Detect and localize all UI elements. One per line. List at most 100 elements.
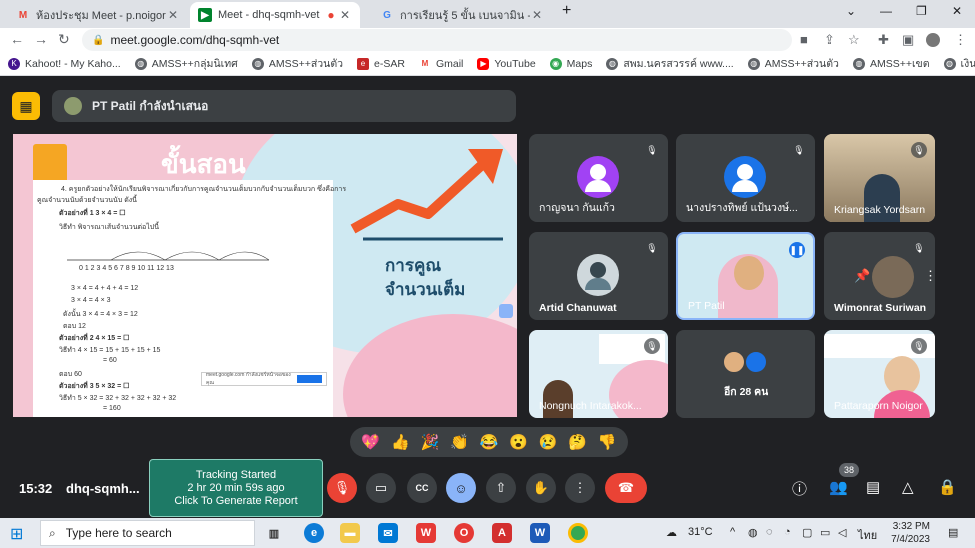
laugh-reaction-button[interactable]: 😂 xyxy=(480,433,499,451)
bookmark-item[interactable]: M Gmail xyxy=(418,57,463,70)
taskbar-search[interactable]: ⌕ Type here to search xyxy=(40,520,255,546)
mic-toggle-button[interactable]: 🎙 xyxy=(327,473,357,503)
edit-icon[interactable] xyxy=(499,304,513,318)
sad-reaction-button[interactable]: 😢 xyxy=(539,433,558,451)
leave-call-button[interactable]: ☎ xyxy=(605,473,647,503)
pdf-reader-icon[interactable]: A xyxy=(492,523,512,543)
thumbs-up-reaction-button[interactable]: 👍 xyxy=(391,433,410,451)
bookmark-item[interactable]: ◍ AMSS++กลุ่มนิเทศ xyxy=(134,55,238,72)
surprised-reaction-button[interactable]: 😮 xyxy=(509,433,528,451)
tracking-report-button[interactable]: Tracking Started 2 hr 20 min 59s ago Cli… xyxy=(149,459,323,517)
restore-button[interactable]: ❐ xyxy=(916,4,927,18)
volume-icon[interactable]: ◁ xyxy=(838,526,846,539)
reactions-button[interactable]: ☺ xyxy=(446,473,476,503)
sidepanel-icon[interactable]: ▣ xyxy=(902,32,914,48)
bookmark-item[interactable]: ◍ AMSS++ส่วนตัว xyxy=(251,55,343,72)
participant-tile[interactable]: 🎙 Artid Chanuwat xyxy=(529,232,668,320)
bookmark-item[interactable]: ▶ YouTube xyxy=(477,57,536,70)
close-window-button[interactable]: ✕ xyxy=(952,4,962,18)
chrome-icon[interactable] xyxy=(568,523,588,543)
bookmark-item[interactable]: K Kahoot! - My Kaho... xyxy=(8,57,121,70)
close-icon[interactable]: ✕ xyxy=(530,8,544,22)
menu-icon[interactable]: ⋮ xyxy=(954,32,967,48)
wps-icon[interactable]: W xyxy=(416,523,436,543)
pin-icon[interactable]: 📌 xyxy=(854,268,870,284)
bookmark-item[interactable]: ◍ สพม.นครสวรรค์ www.... xyxy=(606,55,734,72)
close-icon[interactable]: ✕ xyxy=(338,8,352,22)
participant-tile[interactable]: 📌 ⋮ 🎙 Wimonrat Suriwan xyxy=(824,232,935,320)
stop-sharing-button[interactable] xyxy=(296,375,322,383)
trend-arrow-icon xyxy=(350,149,503,241)
more-participants-tile[interactable]: อีก 28 คน xyxy=(676,330,815,418)
tray-icon[interactable]: ▢ xyxy=(802,526,812,539)
mic-off-icon: 🎙 xyxy=(911,338,927,354)
gmail-icon: M xyxy=(418,57,431,70)
tab-meet[interactable]: ▶ Meet - dhq-sqmh-vet ● ✕ xyxy=(190,2,360,28)
tab-google[interactable]: G การเรียนรู้ 5 ขั้น เบนจามิน - Google S… xyxy=(372,2,552,28)
activities-icon[interactable]: △ xyxy=(902,478,914,496)
camera-toggle-button[interactable]: ▭ xyxy=(366,473,396,503)
file-explorer-icon[interactable]: ▬ xyxy=(340,523,360,543)
extensions-icon[interactable]: ✚ xyxy=(878,32,889,48)
doc-text: ดังนั้น 3 × 4 = 4 × 3 = 12 xyxy=(63,311,138,318)
tab-gmail[interactable]: M ห้องประชุม Meet - p.noigor@gmai ✕ xyxy=(8,2,188,28)
people-icon[interactable]: 👥 xyxy=(829,478,848,496)
clap-reaction-button[interactable]: 👏 xyxy=(450,433,469,451)
heart-reaction-button[interactable]: 💖 xyxy=(361,433,380,451)
task-view-icon[interactable]: ▥ xyxy=(264,523,284,543)
notifications-icon[interactable]: ▤ xyxy=(948,526,958,539)
presentation-toggle-icon[interactable]: ▦ xyxy=(12,92,40,120)
forward-icon[interactable]: → xyxy=(34,31,48,47)
present-button[interactable]: ⇧ xyxy=(486,473,516,503)
thumbs-down-reaction-button[interactable]: 👎 xyxy=(598,433,617,451)
more-options-button[interactable]: ⋮ xyxy=(565,473,595,503)
bookmark-item[interactable]: ◍เงินเดือน xyxy=(943,55,975,72)
tray-icon[interactable]: ◔ xyxy=(784,526,791,538)
minimize-button[interactable]: — xyxy=(880,4,892,18)
host-controls-icon[interactable]: 🔒 xyxy=(938,478,957,496)
camera-icon[interactable]: ■ xyxy=(800,32,808,47)
tray-icon[interactable]: ◍ xyxy=(748,526,758,539)
language-indicator[interactable]: ไทย xyxy=(858,526,877,544)
bookmark-item[interactable]: ◍ AMSS++เขต xyxy=(852,55,930,72)
meeting-code[interactable]: dhq-sqmh... xyxy=(66,481,140,496)
mail-icon[interactable]: ✉ xyxy=(378,523,398,543)
info-icon[interactable]: ⓘ xyxy=(792,478,807,499)
raise-hand-button[interactable]: ✋ xyxy=(526,473,556,503)
taskbar-clock[interactable]: 3:32 PM 7/4/2023 xyxy=(890,520,930,546)
opera-icon[interactable]: O xyxy=(454,523,474,543)
reload-icon[interactable]: ↻ xyxy=(58,31,70,48)
address-bar[interactable]: 🔒 meet.google.com/dhq-sqmh-vet xyxy=(82,29,792,51)
captions-button[interactable]: CC xyxy=(407,473,437,503)
chevron-up-icon[interactable]: ^ xyxy=(730,526,735,538)
tray-icon[interactable]: ◌ xyxy=(766,526,773,538)
screen-share-popup[interactable]: meet.google.com กำลังแชร์หน้าจอของคุณ xyxy=(201,372,327,386)
word-icon[interactable]: W xyxy=(530,523,550,543)
back-icon[interactable]: ← xyxy=(10,31,24,47)
bookmark-item[interactable]: ◍ AMSS++ส่วนตัว xyxy=(747,55,839,72)
participant-tile[interactable]: 🎙 Nongnuch Intarakok... xyxy=(529,330,668,418)
bookmark-item[interactable]: e e-SAR xyxy=(357,57,405,70)
participant-name: Wimonrat Suriwan xyxy=(834,302,927,314)
network-icon[interactable]: ▭ xyxy=(820,526,830,539)
participant-tile[interactable]: 🎙 นางปรางทิพย์ แป้นวงษ์... xyxy=(676,134,815,222)
participant-tile[interactable]: 🎙 Pattaraporn Noigor xyxy=(824,330,935,418)
party-reaction-button[interactable]: 🎉 xyxy=(421,433,440,451)
participant-tile[interactable]: 🎙 Kriangsak Yordsarn xyxy=(824,134,935,222)
more-options-icon[interactable]: ⋮ xyxy=(924,268,935,284)
thinking-reaction-button[interactable]: 🤔 xyxy=(568,433,587,451)
new-tab-button[interactable]: + xyxy=(562,2,571,20)
share-icon[interactable]: ⇪ xyxy=(824,32,835,48)
profile-avatar[interactable] xyxy=(926,33,940,47)
chat-icon[interactable]: ▤ xyxy=(866,478,880,496)
chevron-down-icon[interactable]: ⌄ xyxy=(846,4,856,18)
participant-tile-active-speaker[interactable]: ❚❚ PT Patil xyxy=(676,232,815,320)
weather-temp[interactable]: 31°C xyxy=(688,526,713,538)
weather-icon[interactable]: ☁ xyxy=(666,526,677,539)
participant-tile[interactable]: 🎙 กาญจนา กันแก้ว xyxy=(529,134,668,222)
bookmark-item[interactable]: ◉ Maps xyxy=(549,57,592,70)
close-icon[interactable]: ✕ xyxy=(166,8,180,22)
windows-start-icon[interactable]: ⊞ xyxy=(10,524,23,544)
edge-icon[interactable]: e xyxy=(304,523,324,543)
star-icon[interactable]: ☆ xyxy=(848,32,860,48)
